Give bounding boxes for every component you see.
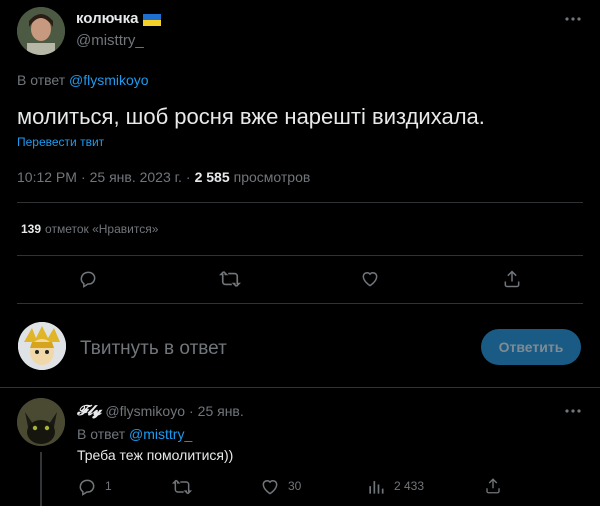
ukraine-flag-icon bbox=[143, 13, 162, 26]
reply-icon bbox=[77, 477, 95, 496]
author-avatar[interactable] bbox=[17, 7, 65, 55]
retweet-icon bbox=[171, 477, 193, 495]
like-icon bbox=[260, 477, 278, 495]
reply-to-handle[interactable]: @misttry_ bbox=[129, 426, 192, 442]
share-icon[interactable] bbox=[484, 477, 502, 495]
translate-tweet-link[interactable]: Перевести твит bbox=[17, 135, 104, 149]
reply-to-prefix: В ответ bbox=[17, 72, 66, 88]
reply-retweet-action[interactable] bbox=[171, 477, 202, 495]
meta-dot: · bbox=[185, 169, 191, 185]
views-icon bbox=[366, 477, 384, 495]
reply-icon[interactable] bbox=[78, 269, 98, 289]
reply-button[interactable]: Ответить bbox=[481, 329, 581, 365]
like-count: 30 bbox=[288, 479, 302, 493]
like-icon[interactable] bbox=[360, 269, 380, 289]
views-label: просмотров bbox=[233, 169, 311, 185]
user-avatar[interactable] bbox=[18, 322, 66, 370]
divider bbox=[17, 202, 583, 203]
reply-author-handle[interactable]: @flysmikoyo bbox=[105, 403, 185, 419]
reply-compose-input[interactable]: Твитнуть в ответ bbox=[80, 338, 227, 360]
thread-line bbox=[40, 452, 42, 506]
more-options-icon[interactable] bbox=[564, 12, 582, 26]
reply-date[interactable]: 25 янв. bbox=[198, 403, 244, 419]
reply-count: 1 bbox=[105, 479, 112, 493]
likes-count[interactable]: 139 bbox=[21, 222, 41, 236]
reply-reply-action[interactable]: 1 bbox=[77, 477, 112, 496]
author-handle[interactable]: @misttry_ bbox=[76, 32, 144, 49]
share-icon[interactable] bbox=[502, 269, 522, 289]
views-count: 2 585 bbox=[194, 169, 230, 185]
reply-like-action[interactable]: 30 bbox=[260, 477, 301, 495]
meta-dot: · bbox=[188, 403, 194, 419]
tweet-time[interactable]: 10:12 PM bbox=[17, 169, 77, 185]
reply-to-handle[interactable]: @flysmikoyo bbox=[69, 72, 149, 88]
tweet-text: молиться, шоб росня вже нарешті виздихал… bbox=[17, 104, 485, 129]
reply-views-action[interactable]: 2 433 bbox=[366, 477, 424, 495]
author-name[interactable]: колючка bbox=[76, 10, 138, 27]
reply-more-options-icon[interactable] bbox=[564, 404, 582, 418]
retweet-icon[interactable] bbox=[218, 269, 242, 289]
reply-text: Треба теж помолитися)) bbox=[77, 447, 234, 463]
reply-to-prefix: В ответ bbox=[77, 426, 126, 442]
divider bbox=[0, 387, 600, 388]
tweet-date[interactable]: 25 янв. 2023 г. bbox=[90, 169, 182, 185]
views-count: 2 433 bbox=[394, 479, 425, 493]
reply-author-name[interactable]: 𝓕𝓵𝔂 bbox=[77, 403, 101, 419]
likes-label[interactable]: отметок «Нравится» bbox=[45, 222, 158, 236]
divider bbox=[17, 255, 583, 256]
reply-author-avatar[interactable] bbox=[17, 398, 65, 446]
divider bbox=[17, 303, 583, 304]
meta-dot: · bbox=[80, 169, 86, 185]
